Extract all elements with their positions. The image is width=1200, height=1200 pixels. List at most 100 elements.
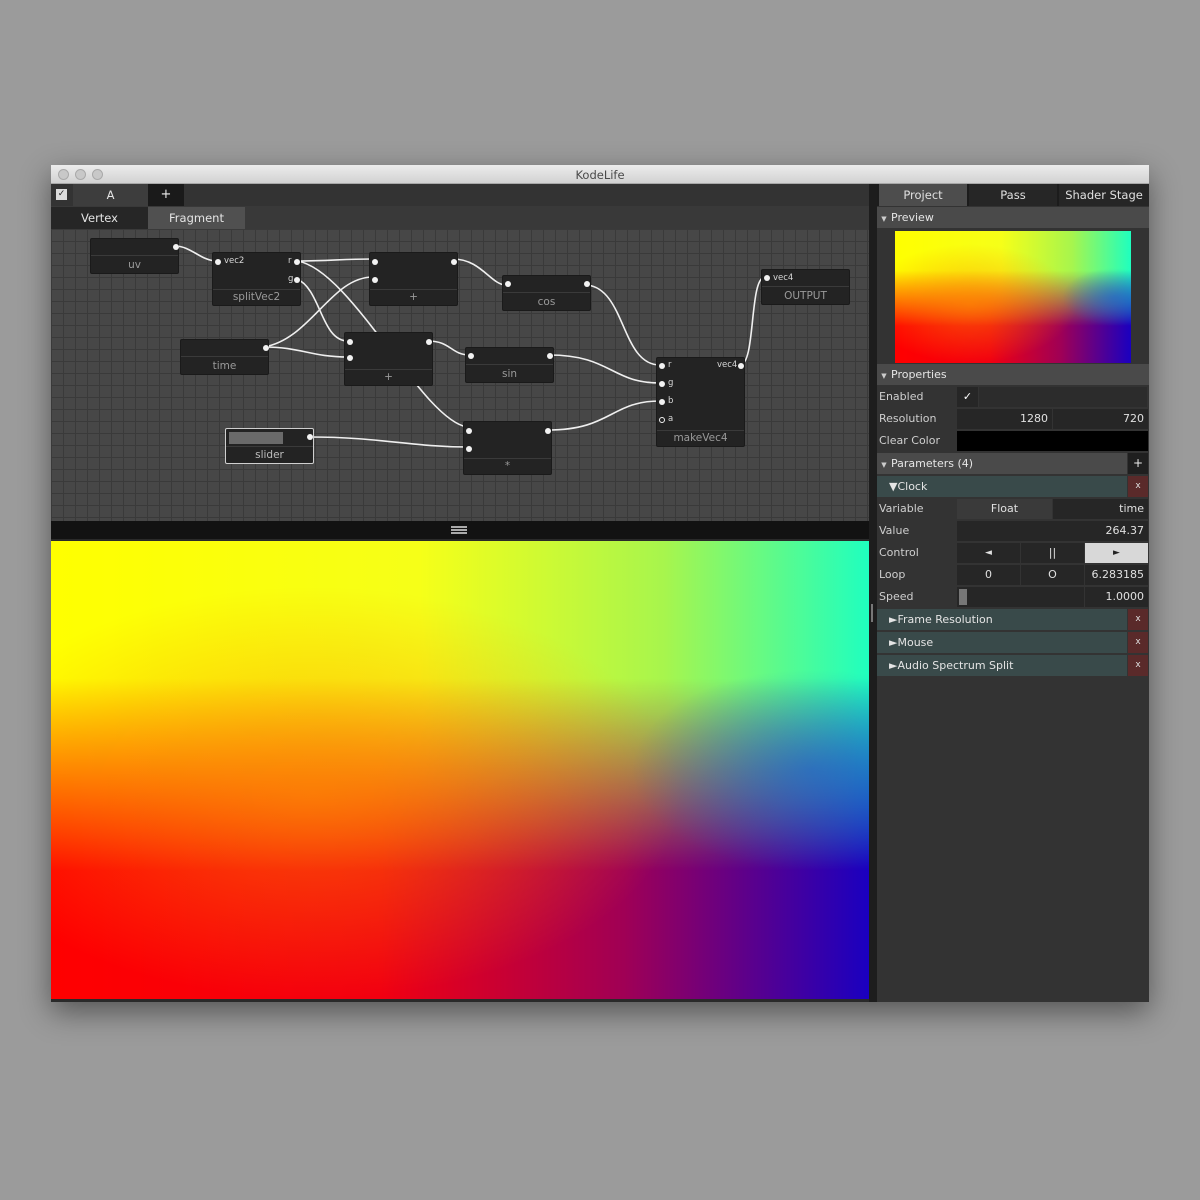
node-add-in-a-pin[interactable] bbox=[372, 259, 378, 265]
node-cos-in-pin[interactable] bbox=[505, 281, 511, 287]
title-bar[interactable]: KodeLife bbox=[51, 165, 1149, 184]
add-parameter-button[interactable]: + bbox=[1128, 453, 1148, 474]
variable-type-select[interactable]: Float bbox=[957, 499, 1052, 519]
pin-label-a: a bbox=[668, 414, 674, 424]
parameters-section-header[interactable]: ▼ Parameters (4) bbox=[877, 453, 1127, 474]
frame-resolution-param-header[interactable]: ►Frame Resolution bbox=[877, 609, 1127, 630]
node-sin-out-pin[interactable] bbox=[547, 353, 553, 359]
value-label: Value bbox=[879, 524, 910, 537]
properties-section-header[interactable]: ▼ Properties bbox=[877, 364, 1149, 385]
collapse-triangle-icon: ▼ bbox=[881, 372, 887, 380]
loop-start-field[interactable]: 0 bbox=[957, 565, 1020, 585]
drag-handle-icon[interactable] bbox=[451, 526, 467, 534]
node-sin[interactable]: sin bbox=[465, 347, 554, 383]
node-makevec4-out-pin[interactable] bbox=[738, 363, 744, 369]
node-graph[interactable]: uv vec2 r g splitVec2 + cos vec4 OUTPUT … bbox=[51, 229, 869, 521]
tab-fragment[interactable]: Fragment bbox=[148, 207, 245, 229]
tab-vertex[interactable]: Vertex bbox=[51, 207, 148, 229]
node-multiply-in-a-pin[interactable] bbox=[466, 428, 472, 434]
node-multiply-out-pin[interactable] bbox=[545, 428, 551, 434]
value-field[interactable]: 264.37 bbox=[957, 521, 1148, 541]
node-makevec4-r-pin[interactable] bbox=[659, 363, 665, 369]
audio-spectrum-param-header[interactable]: ►Audio Spectrum Split bbox=[877, 655, 1127, 676]
node-splitvec2[interactable]: vec2 r g splitVec2 bbox=[212, 252, 301, 306]
node-sin-in-pin[interactable] bbox=[468, 353, 474, 359]
node-splitvec2-r-pin[interactable] bbox=[294, 259, 300, 265]
slider-fill[interactable] bbox=[229, 432, 283, 444]
node-add-out-pin[interactable] bbox=[451, 259, 457, 265]
node-makevec4[interactable]: r g b a vec4 makeVec4 bbox=[656, 357, 745, 447]
speed-slider[interactable] bbox=[957, 587, 1084, 607]
node-uv-out-pin[interactable] bbox=[173, 244, 179, 250]
node-uv[interactable]: uv bbox=[90, 238, 179, 274]
pass-bar: ✓ A + bbox=[51, 184, 869, 206]
node-add2-out-pin[interactable] bbox=[426, 339, 432, 345]
enabled-checkbox[interactable]: ✓ bbox=[957, 387, 978, 407]
parameters-header-label: Parameters (4) bbox=[891, 457, 974, 470]
node-sin-label: sin bbox=[501, 368, 518, 380]
remove-audio-spectrum-button[interactable]: x bbox=[1128, 655, 1148, 676]
node-makevec4-b-pin[interactable] bbox=[659, 399, 665, 405]
rewind-button[interactable]: ◄ bbox=[957, 543, 1020, 563]
node-output-in-pin[interactable] bbox=[764, 275, 770, 281]
add-pass-button[interactable]: + bbox=[148, 184, 184, 206]
split-divider[interactable] bbox=[51, 521, 869, 539]
node-time-out-pin[interactable] bbox=[263, 345, 269, 351]
resolution-width-field[interactable]: 1280 bbox=[957, 409, 1052, 429]
node-makevec4-a-pin[interactable] bbox=[659, 417, 665, 423]
loop-mode-toggle[interactable]: O bbox=[1021, 565, 1084, 585]
wire-time-add2 bbox=[263, 346, 349, 358]
vertical-splitter[interactable] bbox=[869, 184, 877, 1002]
node-uv-label: uv bbox=[128, 259, 141, 271]
node-separator bbox=[181, 356, 268, 357]
play-button[interactable]: ► bbox=[1085, 543, 1148, 563]
node-add2-in-a-pin[interactable] bbox=[347, 339, 353, 345]
node-slider[interactable]: slider bbox=[225, 428, 314, 464]
pass-enabled-checkbox[interactable]: ✓ bbox=[56, 189, 67, 200]
resolution-height-field[interactable]: 720 bbox=[1053, 409, 1148, 429]
node-cos-out-pin[interactable] bbox=[584, 281, 590, 287]
control-label: Control bbox=[879, 546, 919, 559]
node-multiply-in-b-pin[interactable] bbox=[466, 446, 472, 452]
speed-field[interactable]: 1.0000 bbox=[1085, 587, 1148, 607]
tab-shader-stage[interactable]: Shader Stage bbox=[1059, 184, 1149, 206]
control-row: Control ◄ || ► bbox=[877, 542, 1149, 563]
mouse-param-header[interactable]: ►Mouse bbox=[877, 632, 1127, 653]
wire-uv-split bbox=[174, 245, 218, 262]
node-multiply[interactable]: * bbox=[463, 421, 552, 475]
remove-clock-button[interactable]: x bbox=[1128, 476, 1148, 497]
tab-project[interactable]: Project bbox=[879, 184, 967, 206]
node-cos[interactable]: cos bbox=[502, 275, 591, 311]
remove-mouse-button[interactable]: x bbox=[1128, 632, 1148, 653]
node-add2-in-b-pin[interactable] bbox=[347, 355, 353, 361]
render-output bbox=[51, 541, 869, 999]
variable-name-field[interactable]: time bbox=[1053, 499, 1148, 519]
remove-frame-resolution-button[interactable]: x bbox=[1128, 609, 1148, 630]
pass-tab-a[interactable]: A bbox=[73, 184, 148, 206]
splitter-handle[interactable] bbox=[871, 604, 873, 622]
loop-end-field[interactable]: 6.283185 bbox=[1085, 565, 1148, 585]
node-add-2[interactable]: + bbox=[344, 332, 433, 386]
node-splitvec2-g-pin[interactable] bbox=[294, 277, 300, 283]
wire-cos-make bbox=[586, 284, 661, 366]
node-makevec4-g-pin[interactable] bbox=[659, 381, 665, 387]
node-splitvec2-in-pin[interactable] bbox=[215, 259, 221, 265]
value-row: Value 264.37 bbox=[877, 520, 1149, 541]
pin-label-vec4-out: vec4 bbox=[717, 360, 738, 370]
speed-slider-thumb[interactable] bbox=[959, 589, 967, 605]
pause-button[interactable]: || bbox=[1021, 543, 1084, 563]
node-slider-out-pin[interactable] bbox=[307, 434, 313, 440]
node-output[interactable]: vec4 OUTPUT bbox=[761, 269, 850, 305]
tab-pass[interactable]: Pass bbox=[969, 184, 1057, 206]
preview-section-header[interactable]: ▼ Preview bbox=[877, 207, 1149, 228]
audio-spectrum-title: Audio Spectrum Split bbox=[897, 659, 1014, 672]
node-time[interactable]: time bbox=[180, 339, 269, 375]
output-canvas[interactable] bbox=[51, 541, 869, 999]
clock-param-header[interactable]: ▼Clock bbox=[877, 476, 1127, 497]
node-add-in-b-pin[interactable] bbox=[372, 277, 378, 283]
node-slider-label: slider bbox=[255, 449, 284, 461]
collapse-triangle-icon: ▼ bbox=[881, 461, 887, 469]
clear-color-swatch[interactable] bbox=[957, 431, 1148, 451]
node-separator bbox=[345, 369, 432, 370]
node-add[interactable]: + bbox=[369, 252, 458, 306]
